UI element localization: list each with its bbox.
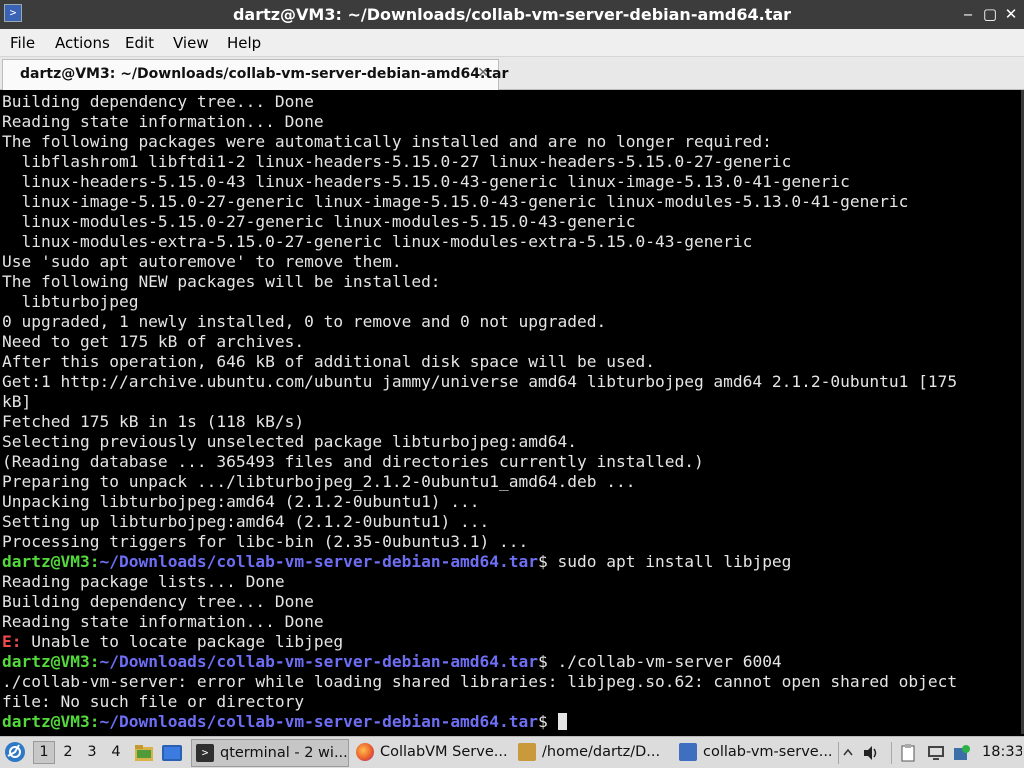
file-manager-icon [518,743,536,761]
tab-close-icon[interactable]: ✕ [477,65,489,81]
prompt-symbol: $ [538,712,558,731]
prompt-command: ./collab-vm-server 6004 [557,652,782,671]
terminal-cursor [557,713,567,730]
prompt-separator: : [89,652,100,671]
terminal-line: Unpacking libturbojpeg:amd64 (2.1.2-0ubu… [2,492,480,511]
taskbar-app-folder[interactable]: collab-vm-serve... [677,737,837,768]
start-menu-button[interactable] [4,737,28,768]
window-title: dartz@VM3: ~/Downloads/collab-vm-server-… [232,5,792,24]
network-icon[interactable] [926,737,948,768]
terminal-line: Processing triggers for libc-bin (2.35-0… [2,532,529,551]
terminal-line: The following packages were automaticall… [2,132,772,151]
terminal-line: Reading package lists... Done [2,572,285,591]
quicklaunch-file-manager-icon[interactable] [134,737,158,768]
tab-label: dartz@VM3: ~/Downloads/collab-vm-server-… [20,66,509,82]
workspace-2[interactable]: 2 [57,737,79,768]
terminal-line: Setting up libturbojpeg:amd64 (2.1.2-0ub… [2,512,490,531]
taskbar-app-label: collab-vm-serve... [703,744,833,760]
menu-bar: File Actions Edit View Help [0,29,1024,57]
prompt-separator: : [89,552,100,571]
terminal-line: Preparing to unpack .../libturbojpeg_2.1… [2,472,636,491]
terminal-output[interactable]: Building dependency tree... Done Reading … [0,90,1021,734]
taskbar-separator [838,742,839,764]
error-prefix: E: [2,632,22,651]
prompt-user-host: dartz@VM3 [2,652,90,671]
workspace-3[interactable]: 3 [81,737,103,768]
terminal-line: ./collab-vm-server: error while loading … [2,672,958,691]
clock[interactable]: 18:33 [982,737,1022,768]
menu-edit[interactable]: Edit [125,34,154,52]
menu-view[interactable]: View [173,34,209,52]
clipboard-icon[interactable] [900,737,920,768]
taskbar-separator [891,742,892,764]
prompt-user-host: dartz@VM3 [2,712,90,731]
terminal-line: Need to get 175 kB of archives. [2,332,305,351]
prompt-path: ~/Downloads/collab-vm-server-debian-amd6… [99,712,539,731]
terminal-line: Selecting previously unselected package … [2,432,577,451]
terminal-line: Reading state information... Done [2,112,324,131]
terminal-line: Building dependency tree... Done [2,592,314,611]
terminal-prompt-line: dartz@VM3:~/Downloads/collab-vm-server-d… [2,652,782,672]
taskbar-app-qterminal[interactable]: > qterminal - 2 wi... [191,739,349,767]
terminal-line: The following NEW packages will be insta… [2,272,441,291]
taskbar: 1 2 3 4 > qterminal - 2 wi... CollabVM Se… [0,736,1024,768]
prompt-command: sudo apt install libjpeg [557,552,792,571]
firefox-icon [356,743,374,761]
update-notifier-icon[interactable] [953,737,973,768]
terminal-line: Fetched 175 kB in 1s (118 kB/s) [2,412,305,431]
prompt-path: ~/Downloads/collab-vm-server-debian-amd6… [99,552,539,571]
terminal-line: 0 upgraded, 1 newly installed, 0 to remo… [2,312,607,331]
prompt-symbol: $ [538,552,558,571]
terminal-line: linux-modules-extra-5.15.0-27-generic li… [2,232,753,251]
terminal-line: Use 'sudo apt autoremove' to remove them… [2,252,402,271]
folder-icon [679,743,697,761]
terminal-prompt-line: dartz@VM3:~/Downloads/collab-vm-server-d… [2,552,791,572]
terminal-line: (Reading database ... 365493 files and d… [2,452,704,471]
workspace-1[interactable]: 1 [33,741,55,764]
terminal-line: linux-image-5.15.0-27-generic linux-imag… [2,192,909,211]
taskbar-app-label: /home/dartz/D... [542,744,661,760]
window-title-bar[interactable]: > dartz@VM3: ~/Downloads/collab-vm-serve… [0,0,1024,29]
menu-help[interactable]: Help [227,34,261,52]
terminal-prompt-line: dartz@VM3:~/Downloads/collab-vm-server-d… [2,712,567,732]
terminal-line: After this operation, 646 kB of addition… [2,352,655,371]
terminal-error-line: E: Unable to locate package libjpeg [2,632,343,652]
close-button[interactable]: ✕ [1001,4,1021,24]
tray-expand-icon[interactable] [842,737,858,768]
terminal-line: Reading state information... Done [2,612,324,631]
taskbar-app-label: CollabVM Serve... [380,744,508,760]
terminal-line: Get:1 http://archive.ubuntu.com/ubuntu j… [2,372,958,391]
terminal-line: kB] [2,392,32,411]
volume-icon[interactable] [862,737,884,768]
workspace-4[interactable]: 4 [105,737,127,768]
menu-actions[interactable]: Actions [55,34,110,52]
lubuntu-logo-icon [5,742,25,762]
prompt-user-host: dartz@VM3 [2,552,90,571]
terminal-line: linux-modules-5.15.0-27-generic linux-mo… [2,212,636,231]
tab-bar: dartz@VM3: ~/Downloads/collab-vm-server-… [0,57,1024,90]
maximize-button[interactable]: ▢ [980,4,1000,24]
menu-file[interactable]: File [10,34,35,52]
terminal-icon: > [196,744,214,762]
terminal-line: libturbojpeg [2,292,139,311]
taskbar-app-file-manager[interactable]: /home/dartz/D... [516,737,676,768]
terminal-tab[interactable]: dartz@VM3: ~/Downloads/collab-vm-server-… [2,59,508,90]
show-desktop-icon[interactable] [161,737,185,768]
terminal-line: file: No such file or directory [2,692,305,711]
minimize-button[interactable]: ‒ [958,4,978,24]
terminal-line: linux-headers-5.15.0-43 linux-headers-5.… [2,172,850,191]
terminal-line: Building dependency tree... Done [2,92,314,111]
prompt-path: ~/Downloads/collab-vm-server-debian-amd6… [99,652,539,671]
prompt-separator: : [89,712,100,731]
prompt-symbol: $ [538,652,558,671]
terminal-line: libflashrom1 libftdi1-2 linux-headers-5.… [2,152,792,171]
error-message: Unable to locate package libjpeg [21,632,344,651]
taskbar-app-firefox[interactable]: CollabVM Serve... [354,737,514,768]
taskbar-app-label: qterminal - 2 wi... [220,745,348,761]
